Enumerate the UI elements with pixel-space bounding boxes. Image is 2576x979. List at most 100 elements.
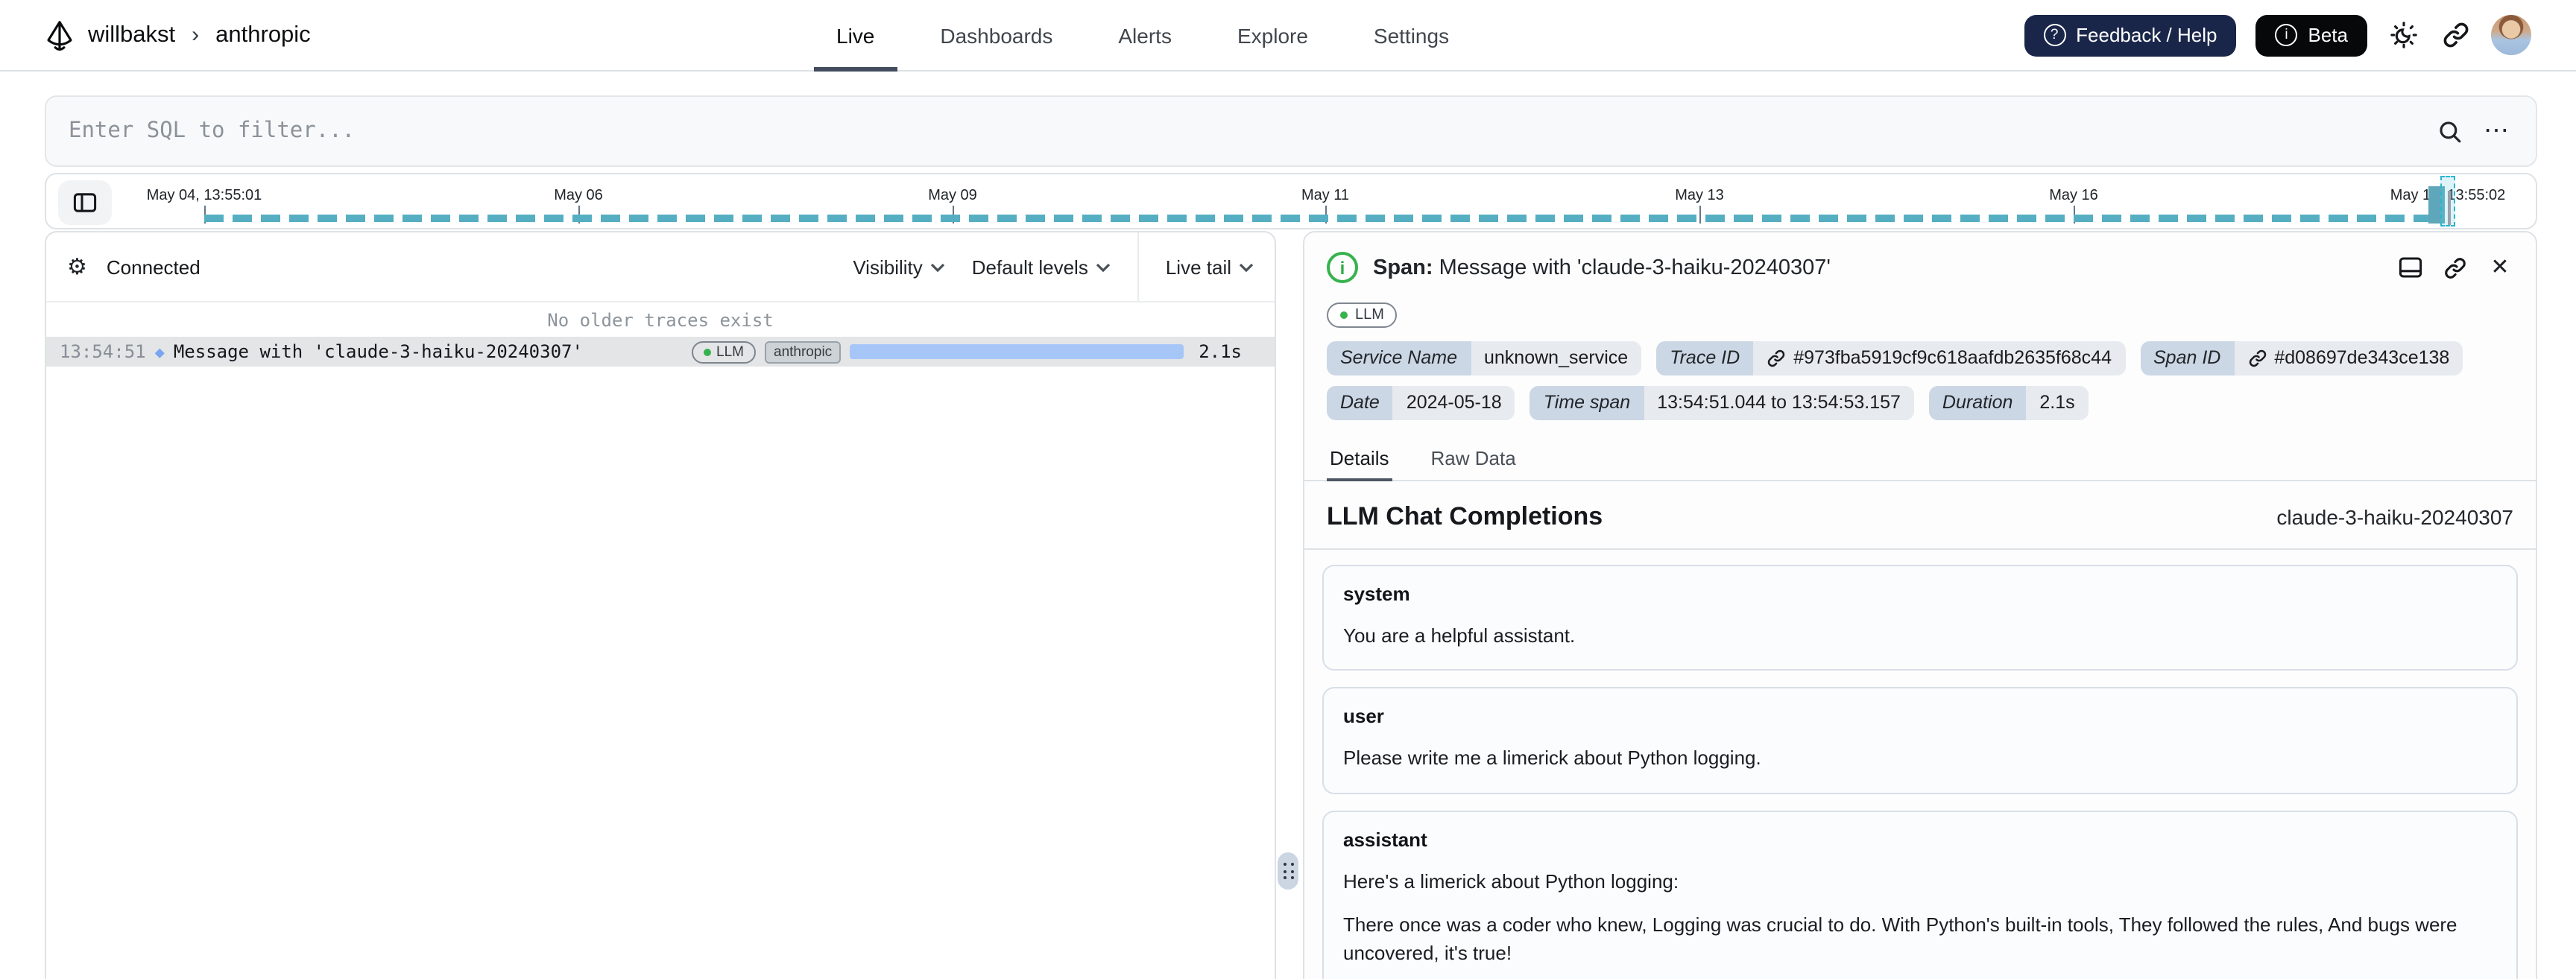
beta-button[interactable]: i Beta — [2255, 14, 2367, 56]
attr-service-name[interactable]: Service Name unknown_service — [1327, 341, 1642, 376]
message-card-user: user Please write me a limerick about Py… — [1322, 687, 2518, 795]
breadcrumb-org[interactable]: willbakst — [88, 22, 175, 48]
span-attributes-row-1: Service Name unknown_service Trace ID #9… — [1304, 331, 2536, 376]
llm-type-badge: LLM — [1327, 302, 1398, 328]
attr-trace-id[interactable]: Trace ID #973fba5919cf9c618aafdb2635f68c… — [1656, 341, 2125, 376]
tab-live[interactable]: Live — [804, 0, 907, 72]
span-title: Span: Message with 'claude-3-haiku-20240… — [1373, 256, 1831, 279]
grip-dots-icon — [1283, 863, 1293, 879]
span-details-panel: i Span: Message with 'claude-3-haiku-202… — [1303, 231, 2537, 979]
message-card-assistant: assistant Here's a limerick about Python… — [1322, 811, 2518, 979]
more-options-icon[interactable]: ⋯ — [2481, 115, 2513, 148]
link-icon — [1767, 349, 1785, 367]
trace-row[interactable]: 13:54:51 ◆ Message with 'claude-3-haiku-… — [46, 337, 1275, 367]
message-card-system: system You are a helpful assistant. — [1322, 564, 2518, 671]
feedback-help-label: Feedback / Help — [2076, 24, 2217, 46]
trace-duration-value: 2.1s — [1199, 341, 1242, 362]
timeline-event-dashes — [204, 215, 2437, 222]
message-role: system — [1343, 582, 1410, 604]
chat-messages: system You are a helpful assistant. user… — [1304, 549, 2536, 979]
visibility-dropdown[interactable]: Visibility — [853, 256, 944, 278]
timeline-tick-label: May 11 — [1301, 188, 1350, 204]
tab-dashboards[interactable]: Dashboards — [907, 0, 1085, 72]
span-type-row: LLM — [1304, 292, 2536, 331]
live-tail-dropdown[interactable]: Live tail — [1166, 256, 1254, 278]
llm-type-badge: LLM — [691, 340, 756, 363]
app-logo-icon — [45, 19, 75, 51]
link-icon — [2249, 349, 2266, 367]
help-circle-icon: ? — [2043, 24, 2066, 46]
panel-resize-handle[interactable] — [1278, 852, 1298, 890]
breadcrumb-project[interactable]: anthropic — [215, 22, 311, 48]
header-divider — [1137, 232, 1139, 301]
chevron-down-icon — [930, 262, 944, 272]
span-info-icon: i — [1327, 252, 1358, 283]
close-icon[interactable]: ✕ — [2487, 254, 2513, 281]
sql-filter-input[interactable] — [69, 119, 2418, 143]
trace-duration-bar — [850, 344, 1184, 359]
sql-filter-bar: ⋯ — [45, 95, 2537, 167]
split-view-icon[interactable] — [2397, 254, 2424, 281]
no-older-traces-message: No older traces exist — [547, 309, 774, 330]
attr-time-span: Time span 13:54:51.044 to 13:54:53.157 — [1530, 386, 1914, 419]
traces-controls: Visibility Default levels Live tail — [853, 232, 1254, 301]
attr-duration: Duration 2.1s — [1928, 386, 2089, 419]
time-range-chart[interactable]: May 04, 13:55:01 May 06 May 09 May 11 Ma… — [45, 173, 2537, 229]
chevron-down-icon — [1096, 262, 1110, 272]
attr-date: Date 2024-05-18 — [1327, 386, 1515, 419]
copy-link-icon[interactable] — [2442, 254, 2469, 281]
breadcrumb[interactable]: willbakst › anthropic — [45, 19, 311, 51]
info-circle-icon: i — [2275, 24, 2298, 46]
user-avatar[interactable] — [2491, 15, 2531, 55]
breadcrumb-separator-icon: › — [192, 22, 200, 48]
llm-section-header: LLM Chat Completions claude-3-haiku-2024… — [1304, 481, 2536, 549]
model-name: claude-3-haiku-20240307 — [2276, 504, 2513, 528]
timeline-tick-label: May 13 — [1675, 188, 1724, 204]
timeline-current-marker — [2448, 191, 2450, 225]
span-header-actions: ✕ — [2397, 254, 2513, 281]
section-title: LLM Chat Completions — [1327, 501, 1603, 530]
tab-alerts[interactable]: Alerts — [1085, 0, 1205, 72]
timeline-tick-label: May 09 — [928, 188, 977, 204]
timeline-tick-label: May 04, 13:55:01 — [146, 188, 262, 204]
connection-status: Connected — [106, 256, 201, 278]
tab-explore[interactable]: Explore — [1205, 0, 1341, 72]
nav-actions: ? Feedback / Help i Beta — [2024, 14, 2531, 56]
search-icon[interactable] — [2433, 115, 2466, 148]
chevron-down-icon — [1239, 262, 1254, 272]
theme-toggle-icon[interactable] — [2387, 19, 2419, 51]
share-link-icon[interactable] — [2439, 19, 2472, 51]
provider-badge: anthropic — [765, 340, 842, 363]
traces-panel-header: ⚙ Connected Visibility Default levels Li… — [46, 232, 1275, 302]
attr-span-id[interactable]: Span ID #d08697de343ce138 — [2140, 341, 2463, 376]
trace-title: Message with 'claude-3-haiku-20240307' — [173, 341, 583, 362]
message-content: There once was a coder who knew, Logging… — [1343, 913, 2457, 964]
beta-label: Beta — [2308, 24, 2349, 46]
app-root: willbakst › anthropic Live Dashboards Al… — [0, 0, 2576, 979]
green-dot-icon — [1340, 311, 1348, 319]
tab-raw-data[interactable]: Raw Data — [1428, 437, 1519, 479]
traces-panel: ⚙ Connected Visibility Default levels Li… — [45, 231, 1276, 979]
message-content: Please write me a limerick about Python … — [1343, 747, 1761, 770]
message-role: assistant — [1343, 828, 1427, 852]
top-nav: willbakst › anthropic Live Dashboards Al… — [0, 0, 2576, 72]
default-levels-dropdown[interactable]: Default levels — [972, 256, 1111, 278]
span-header: i Span: Message with 'claude-3-haiku-202… — [1304, 232, 2536, 292]
message-content: You are a helpful assistant. — [1343, 624, 1576, 646]
span-detail-tabs: Details Raw Data — [1304, 437, 2536, 481]
message-role: user — [1343, 705, 1384, 728]
nav-tabs: Live Dashboards Alerts Explore Settings — [804, 0, 1482, 72]
timeline-tick-label: May 16 — [2049, 188, 2098, 204]
span-attributes-row-2: Date 2024-05-18 Time span 13:54:51.044 t… — [1304, 376, 2536, 419]
trace-row-meta: LLM anthropic 2.1s — [691, 340, 1242, 363]
green-dot-icon — [703, 348, 711, 355]
timeline-tick-label: May 06 — [554, 188, 603, 204]
tab-settings[interactable]: Settings — [1341, 0, 1482, 72]
feedback-help-button[interactable]: ? Feedback / Help — [2024, 14, 2237, 56]
tab-details[interactable]: Details — [1327, 437, 1392, 481]
message-content: Here's a limerick about Python logging: — [1343, 870, 1679, 893]
settings-gear-icon[interactable]: ⚙ — [67, 256, 87, 278]
sidebar-toggle-icon[interactable] — [58, 180, 112, 225]
span-diamond-icon: ◆ — [154, 342, 165, 361]
trace-timestamp: 13:54:51 — [60, 341, 146, 362]
